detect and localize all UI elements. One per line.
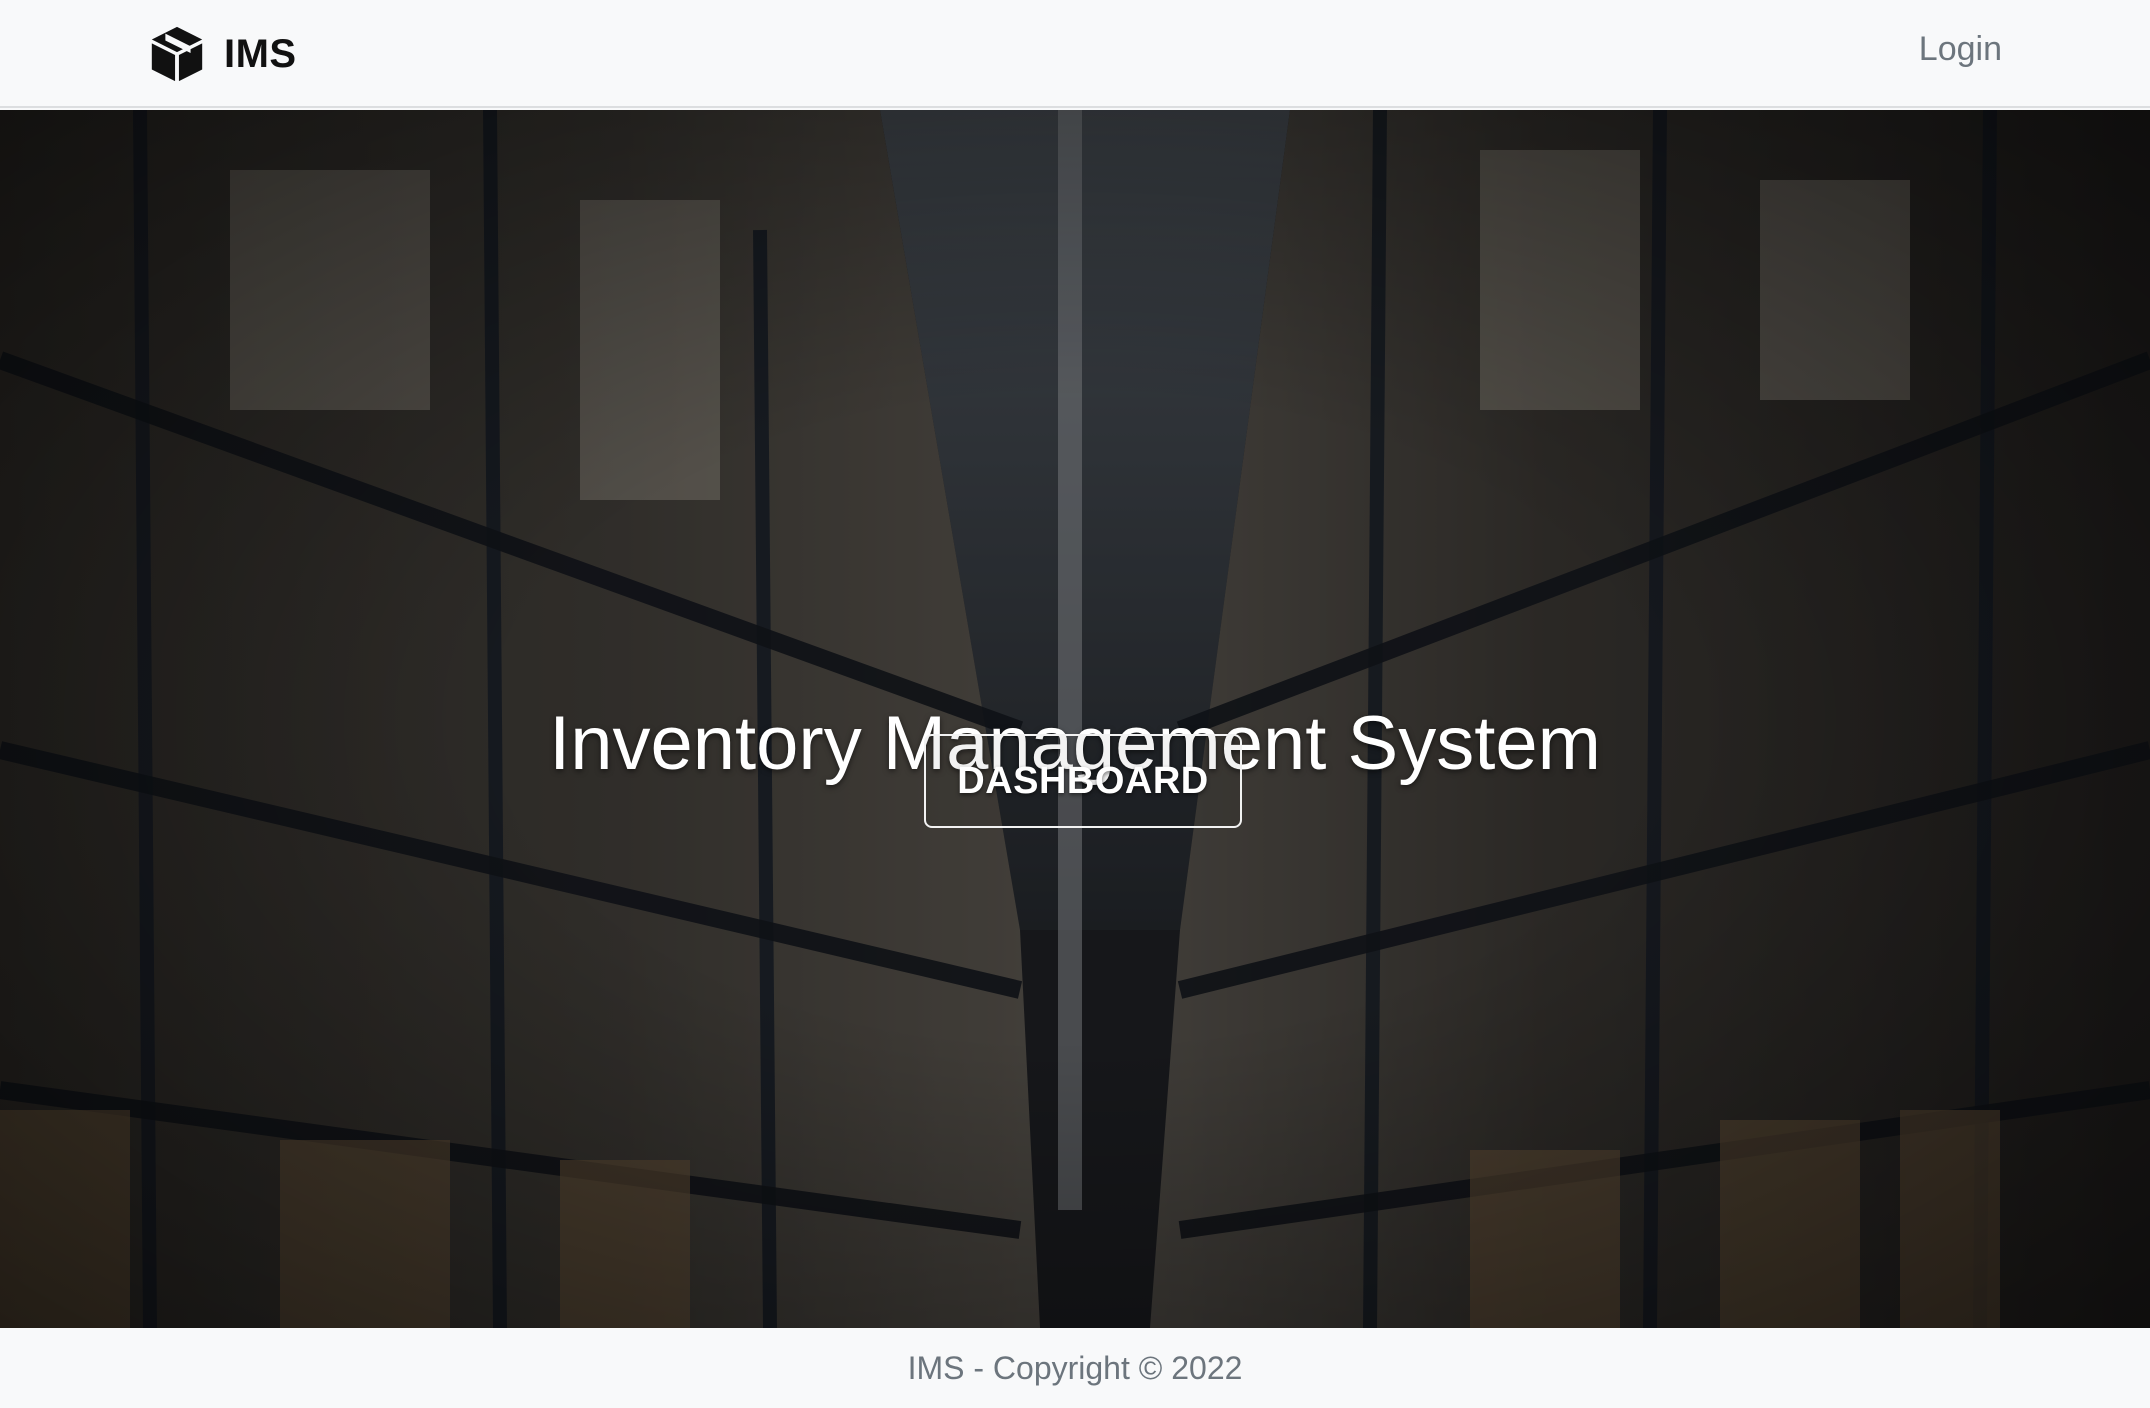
brand-label: IMS (224, 31, 297, 76)
dashboard-button[interactable]: DASHBOARD (924, 734, 1242, 828)
top-navbar: IMS Login (0, 0, 2150, 108)
box-cube-icon (146, 23, 208, 85)
footer-copyright: IMS - Copyright © 2022 (907, 1350, 1243, 1386)
footer: IMS - Copyright © 2022 (0, 1328, 2150, 1402)
brand-home-link[interactable]: IMS (146, 22, 297, 86)
hero-section: Inventory Management System DASHBOARD (0, 110, 2150, 1328)
login-link[interactable]: Login (1919, 30, 2002, 69)
